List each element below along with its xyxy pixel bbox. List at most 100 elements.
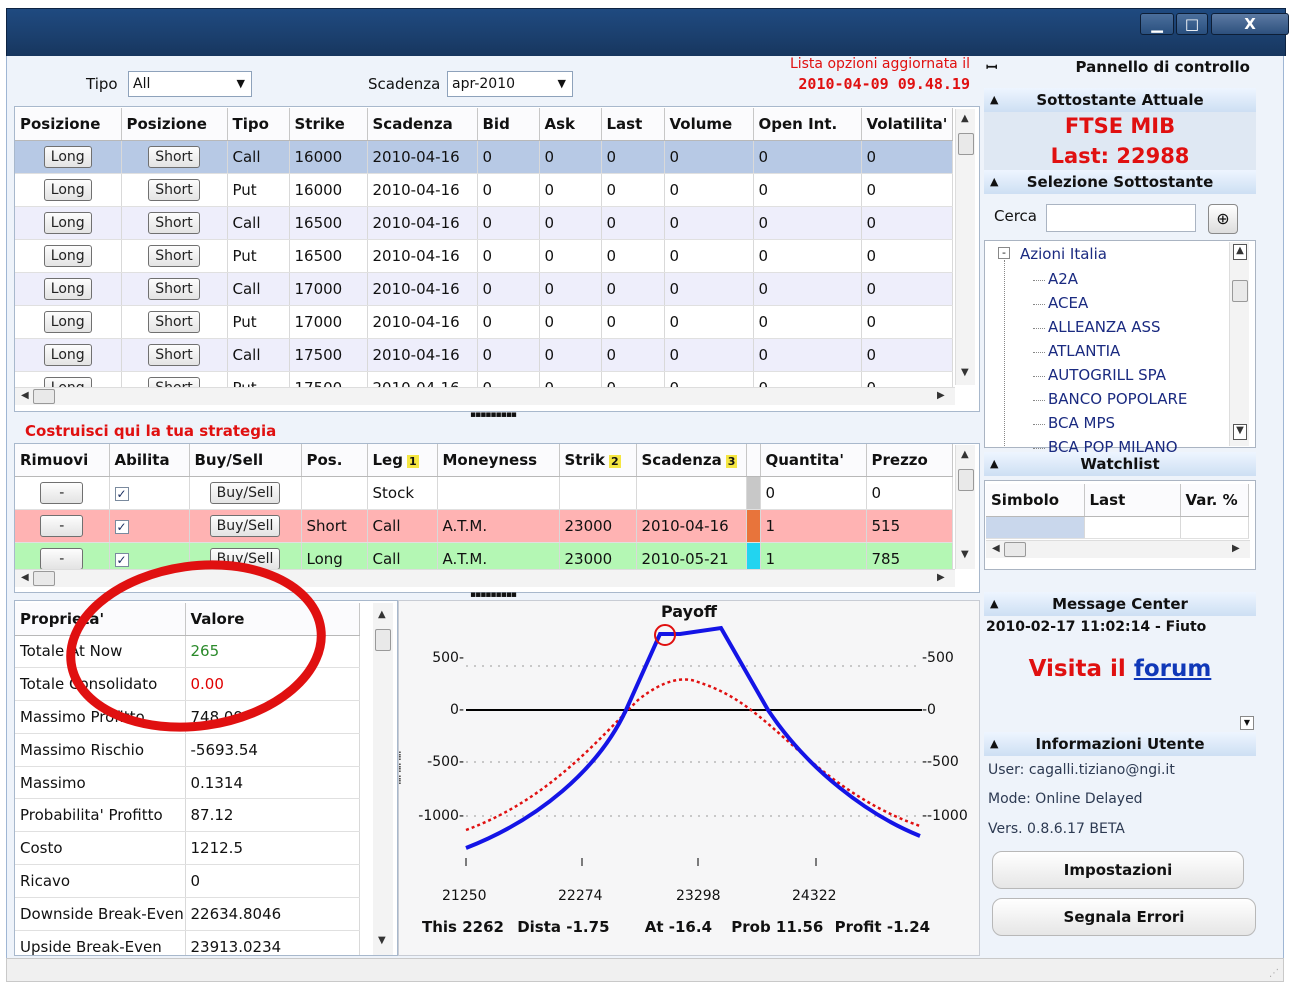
watchlist-col-simbolo[interactable]: Simbolo [986, 484, 1085, 517]
message-center-header[interactable]: ▲ Message Center [984, 592, 1256, 616]
segnala-errori-button[interactable]: Segnala Errori [992, 898, 1256, 936]
collapse-icon[interactable]: ▲ [990, 452, 998, 476]
watchlist-header[interactable]: ▲ Watchlist [984, 452, 1256, 476]
tree-item[interactable]: ALLEANZA ASS [1048, 318, 1161, 336]
properties-vscrollbar[interactable]: ▲ ▼ [373, 603, 393, 955]
enable-checkbox[interactable]: ✓ [114, 486, 129, 501]
options-col-header[interactable]: Volatilita' [861, 108, 953, 141]
buysell-button[interactable]: Buy/Sell [209, 514, 281, 537]
arrow-right-icon[interactable]: ▶ [937, 390, 945, 401]
short-button[interactable]: Short [148, 244, 200, 267]
short-button[interactable]: Short [148, 211, 200, 234]
strategy-col-header[interactable]: Abilita [109, 444, 190, 477]
options-col-header[interactable]: Scadenza [367, 108, 478, 141]
arrow-up-icon[interactable]: ▲ [1233, 244, 1247, 260]
tree-item[interactable]: BCA MPS [1048, 414, 1115, 432]
arrow-left-icon[interactable]: ◀ [21, 390, 29, 401]
remove-button[interactable]: - [40, 514, 84, 537]
tree-item[interactable]: BANCO POPOLARE [1048, 390, 1187, 408]
options-hscrollbar[interactable]: ◀ ▶ [15, 387, 955, 405]
options-col-header[interactable]: Tipo [227, 108, 290, 141]
short-button[interactable]: Short [148, 145, 200, 168]
tree-item[interactable]: ACEA [1048, 294, 1088, 312]
watchlist-cell[interactable] [1084, 516, 1181, 539]
expand-icon[interactable]: ▼ [1240, 716, 1254, 730]
search-icon[interactable]: ⊕ [1208, 204, 1238, 234]
strategy-quantita[interactable]: 1 [760, 509, 867, 543]
close-button[interactable]: X [1211, 13, 1289, 35]
long-button[interactable]: Long [43, 145, 92, 168]
enable-checkbox[interactable]: ✓ [114, 519, 129, 534]
table-row[interactable]: Long Short Put 16500 2010-04-16 0 0 0 0 0 0 [15, 239, 953, 273]
strategy-col-header[interactable] [746, 444, 761, 477]
table-row[interactable]: Long Short Put 16000 2010-04-16 0 0 0 0 0 0 [15, 173, 953, 207]
options-col-header[interactable]: Ask [539, 108, 602, 141]
collapse-icon[interactable]: ▲ [990, 732, 998, 756]
minus-icon[interactable]: - [998, 247, 1010, 259]
arrow-up-icon[interactable]: ▲ [961, 113, 969, 124]
collapse-icon[interactable]: ▲ [990, 170, 998, 194]
watchlist-col-var[interactable]: Var. % [1180, 484, 1249, 517]
short-button[interactable]: Short [148, 277, 200, 300]
long-button[interactable]: Long [43, 277, 92, 300]
strategy-col-header[interactable]: Pos. [301, 444, 368, 477]
table-row[interactable]: Long Short Put 17000 2010-04-16 0 0 0 0 0 0 [15, 305, 953, 339]
strategy-col-header[interactable]: Rimuovi [15, 444, 110, 477]
strategy-row[interactable]: - ✓ Buy/Sell Short Call A.T.M. 23000 2010-04-16… [15, 509, 953, 543]
buysell-button[interactable]: Buy/Sell [209, 481, 281, 504]
long-button[interactable]: Long [43, 178, 92, 201]
arrow-up-icon[interactable]: ▲ [961, 449, 969, 460]
arrow-left-icon[interactable]: ◀ [992, 543, 1000, 554]
collapse-icon[interactable]: ▲ [990, 88, 998, 112]
options-col-header[interactable]: Posizione [121, 108, 228, 141]
tree-item[interactable]: AUTOGRILL SPA [1048, 366, 1166, 384]
arrow-up-icon[interactable]: ▲ [378, 609, 386, 620]
tree-item[interactable]: ATLANTIA [1048, 342, 1120, 360]
options-col-header[interactable]: Strike [289, 108, 368, 141]
options-col-header[interactable]: Open Int. [753, 108, 862, 141]
options-col-header[interactable]: Bid [477, 108, 540, 141]
minimize-button[interactable]: ▁ [1140, 13, 1174, 35]
table-row[interactable]: Long Short Call 16000 2010-04-16 0 0 0 0 0 0 [15, 140, 953, 174]
watchlist-cell[interactable] [986, 516, 1085, 539]
short-button[interactable]: Short [148, 178, 200, 201]
table-row[interactable]: Long Short Call 16500 2010-04-16 0 0 0 0 0 0 [15, 206, 953, 240]
strategy-col-header[interactable]: Quantita' [760, 444, 867, 477]
strategy-col-header[interactable]: Leg 1 [367, 444, 438, 477]
scroll-thumb[interactable] [375, 629, 391, 651]
watchlist-cell[interactable] [1180, 516, 1249, 539]
table-row[interactable]: Long Short Call 17500 2010-04-16 0 0 0 0 0 0 [15, 338, 953, 372]
scroll-thumb[interactable] [958, 133, 974, 155]
scroll-thumb[interactable] [1004, 542, 1026, 557]
long-button[interactable]: Long [43, 343, 92, 366]
impostazioni-button[interactable]: Impostazioni [992, 851, 1244, 889]
resize-grip-icon[interactable]: ⋰ [1269, 968, 1279, 979]
tree-item[interactable]: A2A [1048, 270, 1078, 288]
strategy-prezzo[interactable]: 515 [866, 509, 953, 543]
strategy-col-header[interactable]: Moneyness [437, 444, 560, 477]
long-button[interactable]: Long [43, 310, 92, 333]
options-vscrollbar[interactable]: ▲ ▼ [955, 109, 975, 385]
scroll-thumb[interactable] [1232, 280, 1248, 302]
tree-vscrollbar[interactable]: ▲ ▼ [1229, 242, 1249, 446]
sottostante-header[interactable]: ▲ Sottostante Attuale [984, 88, 1256, 112]
strategy-col-header[interactable]: Strik 2 [559, 444, 637, 477]
options-col-header[interactable]: Posizione [15, 108, 122, 141]
long-button[interactable]: Long [43, 244, 92, 267]
strategy-col-header[interactable]: Buy/Sell [189, 444, 302, 477]
table-row[interactable]: Long Short Call 17000 2010-04-16 0 0 0 0 0 0 [15, 272, 953, 306]
arrow-right-icon[interactable]: ▶ [937, 572, 945, 583]
forum-link[interactable]: forum [1134, 656, 1212, 682]
tree-root[interactable]: Azioni Italia [1020, 245, 1107, 263]
options-col-header[interactable]: Last [601, 108, 665, 141]
options-col-header[interactable]: Volume [664, 108, 754, 141]
strategy-quantita[interactable]: 0 [760, 476, 867, 510]
scroll-thumb[interactable] [33, 389, 55, 404]
tipo-dropdown[interactable]: All ▼ [128, 71, 252, 97]
info-utente-header[interactable]: ▲ Informazioni Utente [984, 732, 1256, 756]
long-button[interactable]: Long [43, 211, 92, 234]
splitter-grip[interactable]: ▪▪▪▪▪▪▪▪▪ [470, 590, 517, 600]
watchlist-col-last[interactable]: Last [1084, 484, 1181, 517]
search-input[interactable] [1046, 204, 1196, 232]
pin-icon[interactable]: ꟷ [986, 58, 997, 77]
